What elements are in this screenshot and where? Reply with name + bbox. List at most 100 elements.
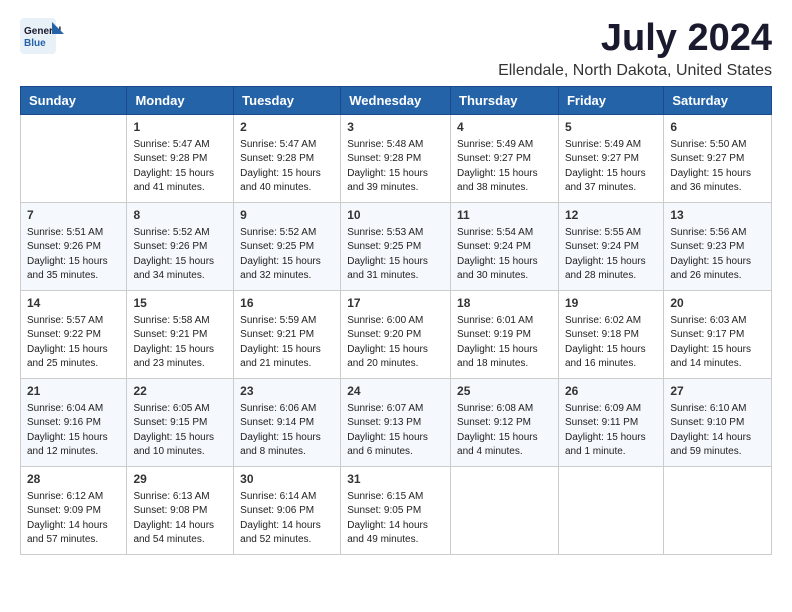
table-row: 15 Sunrise: 5:58 AM Sunset: 9:21 PM Dayli… [127, 290, 234, 378]
calendar-week-row: 7Sunrise: 5:51 AM Sunset: 9:26 PM Daylig… [21, 202, 772, 290]
day-number: 31 [347, 471, 444, 488]
header: General Blue July 2024 Ellendale, North … [20, 18, 772, 80]
calendar-week-row: 28 Sunrise: 6:12 AM Sunset: 9:09 PM Dayli… [21, 466, 772, 554]
table-row: 2 Sunrise: 5:47 AM Sunset: 9:28 PM Daylig… [234, 114, 341, 202]
logo-svg: General Blue [20, 18, 64, 54]
table-row: 1Sunrise: 5:47 AM Sunset: 9:28 PM Daylig… [127, 114, 234, 202]
day-number: 26 [565, 383, 657, 400]
col-tuesday: Tuesday [234, 86, 341, 114]
day-content: Sunrise: 6:13 AM Sunset: 9:08 PM Dayligh… [133, 490, 227, 548]
table-row: 8 Sunrise: 5:52 AM Sunset: 9:26 PM Daylig… [127, 202, 234, 290]
col-monday: Monday [127, 86, 234, 114]
day-content: Sunrise: 5:54 AM Sunset: 9:24 PM Dayligh… [457, 226, 552, 284]
table-row: 23 Sunrise: 6:06 AM Sunset: 9:14 PM Dayli… [234, 378, 341, 466]
calendar-table: Sunday Monday Tuesday Wednesday Thursday… [20, 86, 772, 555]
table-row: 13Sunrise: 5:56 AM Sunset: 9:23 PM Dayli… [664, 202, 772, 290]
title-block: July 2024 Ellendale, North Dakota, Unite… [498, 18, 772, 80]
table-row: 6 Sunrise: 5:50 AM Sunset: 9:27 PM Daylig… [664, 114, 772, 202]
day-number: 20 [670, 295, 765, 312]
day-number: 23 [240, 383, 334, 400]
col-saturday: Saturday [664, 86, 772, 114]
table-row: 5 Sunrise: 5:49 AM Sunset: 9:27 PM Daylig… [558, 114, 663, 202]
table-row: 20 Sunrise: 6:03 AM Sunset: 9:17 PM Dayli… [664, 290, 772, 378]
day-number: 17 [347, 295, 444, 312]
table-row: 12 Sunrise: 5:55 AM Sunset: 9:24 PM Dayli… [558, 202, 663, 290]
table-row: 26 Sunrise: 6:09 AM Sunset: 9:11 PM Dayli… [558, 378, 663, 466]
day-number: 30 [240, 471, 334, 488]
day-content: Sunrise: 6:08 AM Sunset: 9:12 PM Dayligh… [457, 402, 552, 460]
calendar-week-row: 1Sunrise: 5:47 AM Sunset: 9:28 PM Daylig… [21, 114, 772, 202]
day-content: Sunrise: 6:09 AM Sunset: 9:11 PM Dayligh… [565, 402, 657, 460]
day-number: 8 [133, 207, 227, 224]
day-number: 16 [240, 295, 334, 312]
day-content: Sunrise: 6:07 AM Sunset: 9:13 PM Dayligh… [347, 402, 444, 460]
day-number: 14 [27, 295, 120, 312]
day-content: Sunrise: 5:49 AM Sunset: 9:27 PM Dayligh… [457, 138, 552, 196]
table-row: 14Sunrise: 5:57 AM Sunset: 9:22 PM Dayli… [21, 290, 127, 378]
location-title: Ellendale, North Dakota, United States [498, 62, 772, 80]
day-content: Sunrise: 6:00 AM Sunset: 9:20 PM Dayligh… [347, 314, 444, 372]
day-content: Sunrise: 5:49 AM Sunset: 9:27 PM Dayligh… [565, 138, 657, 196]
day-content: Sunrise: 6:06 AM Sunset: 9:14 PM Dayligh… [240, 402, 334, 460]
day-content: Sunrise: 5:58 AM Sunset: 9:21 PM Dayligh… [133, 314, 227, 372]
day-number: 13 [670, 207, 765, 224]
col-thursday: Thursday [451, 86, 559, 114]
day-content: Sunrise: 6:01 AM Sunset: 9:19 PM Dayligh… [457, 314, 552, 372]
day-number: 21 [27, 383, 120, 400]
table-row: 25 Sunrise: 6:08 AM Sunset: 9:12 PM Dayli… [451, 378, 559, 466]
calendar-week-row: 21Sunrise: 6:04 AM Sunset: 9:16 PM Dayli… [21, 378, 772, 466]
day-number: 22 [133, 383, 227, 400]
day-content: Sunrise: 6:05 AM Sunset: 9:15 PM Dayligh… [133, 402, 227, 460]
day-content: Sunrise: 5:47 AM Sunset: 9:28 PM Dayligh… [133, 138, 227, 196]
day-content: Sunrise: 5:48 AM Sunset: 9:28 PM Dayligh… [347, 138, 444, 196]
table-row: 27 Sunrise: 6:10 AM Sunset: 9:10 PM Dayli… [664, 378, 772, 466]
day-number: 12 [565, 207, 657, 224]
day-content: Sunrise: 5:50 AM Sunset: 9:27 PM Dayligh… [670, 138, 765, 196]
day-number: 4 [457, 119, 552, 136]
day-content: Sunrise: 5:52 AM Sunset: 9:26 PM Dayligh… [133, 226, 227, 284]
day-content: Sunrise: 6:10 AM Sunset: 9:10 PM Dayligh… [670, 402, 765, 460]
table-row [451, 466, 559, 554]
day-number: 3 [347, 119, 444, 136]
table-row: 28 Sunrise: 6:12 AM Sunset: 9:09 PM Dayli… [21, 466, 127, 554]
table-row [558, 466, 663, 554]
day-number: 5 [565, 119, 657, 136]
day-content: Sunrise: 6:15 AM Sunset: 9:05 PM Dayligh… [347, 490, 444, 548]
day-content: Sunrise: 6:12 AM Sunset: 9:09 PM Dayligh… [27, 490, 120, 548]
day-number: 27 [670, 383, 765, 400]
calendar-header-row: Sunday Monday Tuesday Wednesday Thursday… [21, 86, 772, 114]
table-row: 7Sunrise: 5:51 AM Sunset: 9:26 PM Daylig… [21, 202, 127, 290]
page-container: General Blue July 2024 Ellendale, North … [0, 0, 792, 565]
day-content: Sunrise: 5:55 AM Sunset: 9:24 PM Dayligh… [565, 226, 657, 284]
table-row: 29 Sunrise: 6:13 AM Sunset: 9:08 PM Dayli… [127, 466, 234, 554]
table-row: 11Sunrise: 5:54 AM Sunset: 9:24 PM Dayli… [451, 202, 559, 290]
day-number: 10 [347, 207, 444, 224]
table-row: 31 Sunrise: 6:15 AM Sunset: 9:05 PM Dayli… [341, 466, 451, 554]
svg-text:Blue: Blue [24, 38, 46, 49]
day-number: 2 [240, 119, 334, 136]
day-number: 28 [27, 471, 120, 488]
col-friday: Friday [558, 86, 663, 114]
table-row: 16 Sunrise: 5:59 AM Sunset: 9:21 PM Dayli… [234, 290, 341, 378]
day-content: Sunrise: 5:52 AM Sunset: 9:25 PM Dayligh… [240, 226, 334, 284]
day-content: Sunrise: 5:47 AM Sunset: 9:28 PM Dayligh… [240, 138, 334, 196]
day-number: 6 [670, 119, 765, 136]
table-row: 21Sunrise: 6:04 AM Sunset: 9:16 PM Dayli… [21, 378, 127, 466]
col-wednesday: Wednesday [341, 86, 451, 114]
table-row [21, 114, 127, 202]
day-number: 25 [457, 383, 552, 400]
day-content: Sunrise: 5:53 AM Sunset: 9:25 PM Dayligh… [347, 226, 444, 284]
table-row: 4 Sunrise: 5:49 AM Sunset: 9:27 PM Daylig… [451, 114, 559, 202]
day-content: Sunrise: 5:59 AM Sunset: 9:21 PM Dayligh… [240, 314, 334, 372]
day-number: 29 [133, 471, 227, 488]
day-number: 9 [240, 207, 334, 224]
table-row: 22 Sunrise: 6:05 AM Sunset: 9:15 PM Dayli… [127, 378, 234, 466]
day-content: Sunrise: 6:03 AM Sunset: 9:17 PM Dayligh… [670, 314, 765, 372]
month-title: July 2024 [498, 18, 772, 60]
day-number: 15 [133, 295, 227, 312]
day-content: Sunrise: 6:02 AM Sunset: 9:18 PM Dayligh… [565, 314, 657, 372]
col-sunday: Sunday [21, 86, 127, 114]
day-content: Sunrise: 6:14 AM Sunset: 9:06 PM Dayligh… [240, 490, 334, 548]
table-row: 30 Sunrise: 6:14 AM Sunset: 9:06 PM Dayli… [234, 466, 341, 554]
table-row: 9 Sunrise: 5:52 AM Sunset: 9:25 PM Daylig… [234, 202, 341, 290]
